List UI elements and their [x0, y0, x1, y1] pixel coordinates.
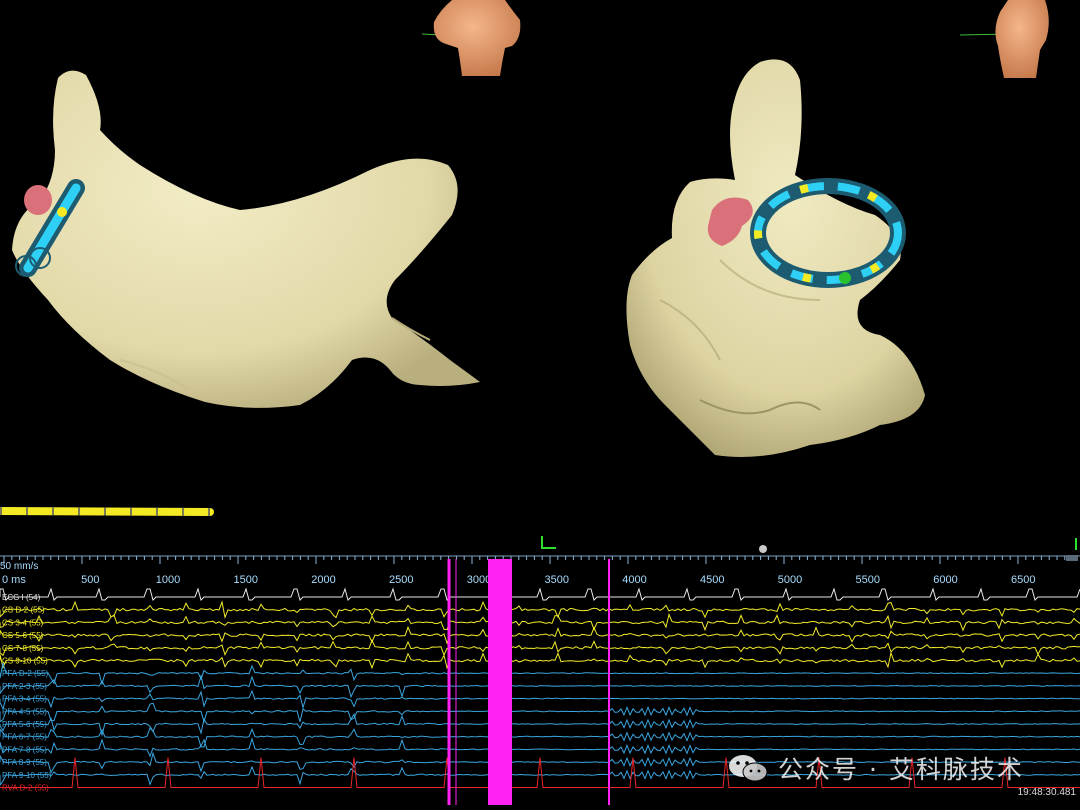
- channel-label: CS 5-6 (55): [2, 631, 44, 640]
- sweep-speed-label: 50 mm/s: [0, 561, 38, 572]
- time-origin-label: 0 ms: [2, 574, 26, 586]
- egm-trace: [0, 702, 1080, 724]
- channel-label: PFA 3-4 (55): [2, 695, 47, 704]
- channel-label: CS 7-8 (55): [2, 644, 44, 653]
- channel-label: PFA 4-5 (55): [2, 707, 47, 716]
- egm-trace: [0, 639, 1080, 657]
- time-tick-label: 2000: [311, 574, 335, 586]
- channel-label: PFA 8-9 (55): [2, 758, 47, 767]
- egm-trace: [0, 612, 1080, 632]
- channel-label: CS D-2 (55): [2, 606, 45, 615]
- channel-label: PFA 6-7 (55): [2, 733, 47, 742]
- egm-trace: [0, 713, 1080, 737]
- cs-catheter[interactable]: [0, 507, 214, 516]
- time-tick-label: 500: [81, 574, 99, 586]
- watermark: 公众号 · 艾科脉技术: [728, 750, 1024, 786]
- watermark-text: 公众号 · 艾科脉技术: [778, 755, 1024, 784]
- anatomy-3d-view[interactable]: [0, 0, 1080, 555]
- egm-trace: [0, 674, 1080, 699]
- clock-readout: 19:48:30.481: [1017, 787, 1076, 798]
- time-tick-label: 3500: [545, 574, 569, 586]
- channel-label: CS 9-10 (55): [2, 657, 48, 666]
- channel-label: PFA 5-6 (55): [2, 720, 47, 729]
- time-tick-label: 4500: [700, 574, 724, 586]
- pulse-delivery-block: [488, 559, 512, 805]
- channel-label: ECG I (54): [2, 593, 41, 602]
- egm-trace: [0, 587, 1080, 601]
- time-tick-label: 6000: [933, 574, 957, 586]
- channel-label: RVA D-2 (55): [2, 784, 49, 793]
- channel-label: PFA 7-8 (55): [2, 745, 47, 754]
- channel-label: PFA 2-3 (55): [2, 682, 47, 691]
- left-appendage-left-view: [24, 185, 52, 215]
- time-tick-label: 3000: [467, 574, 491, 586]
- egm-trace: [0, 689, 1080, 711]
- time-tick-label: 2500: [389, 574, 413, 586]
- time-tick-label: 1500: [234, 574, 258, 586]
- time-tick-label: 5500: [856, 574, 880, 586]
- egm-trace: [0, 600, 1080, 620]
- orientation-torso-left-icon: [421, 0, 521, 76]
- egm-trace: [0, 662, 1080, 686]
- time-tick-label: 1000: [156, 574, 180, 586]
- wechat-icon: [729, 755, 768, 782]
- cursor-point-icon: [759, 545, 767, 553]
- time-tick-labels: 500 1000 1500 2000 2500 3000 3500 4000 4500 5000 5…: [81, 574, 1035, 586]
- time-tick-label: 6500: [1011, 574, 1035, 586]
- time-tick-label: 4000: [622, 574, 646, 586]
- left-atrium-model-left-view[interactable]: [12, 70, 480, 408]
- scroll-handle[interactable]: [1066, 555, 1078, 561]
- egm-trace: [0, 625, 1080, 645]
- egm-trace: [0, 651, 1080, 670]
- axis-marker-icon: [541, 536, 556, 549]
- orientation-torso-right-icon: [959, 0, 1049, 78]
- time-ruler: [3, 556, 1074, 564]
- channel-label: PFA 9-10 (55): [2, 771, 52, 780]
- channel-label: CS 3-4 (55): [2, 618, 44, 627]
- time-tick-label: 5000: [778, 574, 802, 586]
- egm-trace: [0, 727, 1080, 748]
- channel-label: PFA D-2 (55): [2, 669, 49, 678]
